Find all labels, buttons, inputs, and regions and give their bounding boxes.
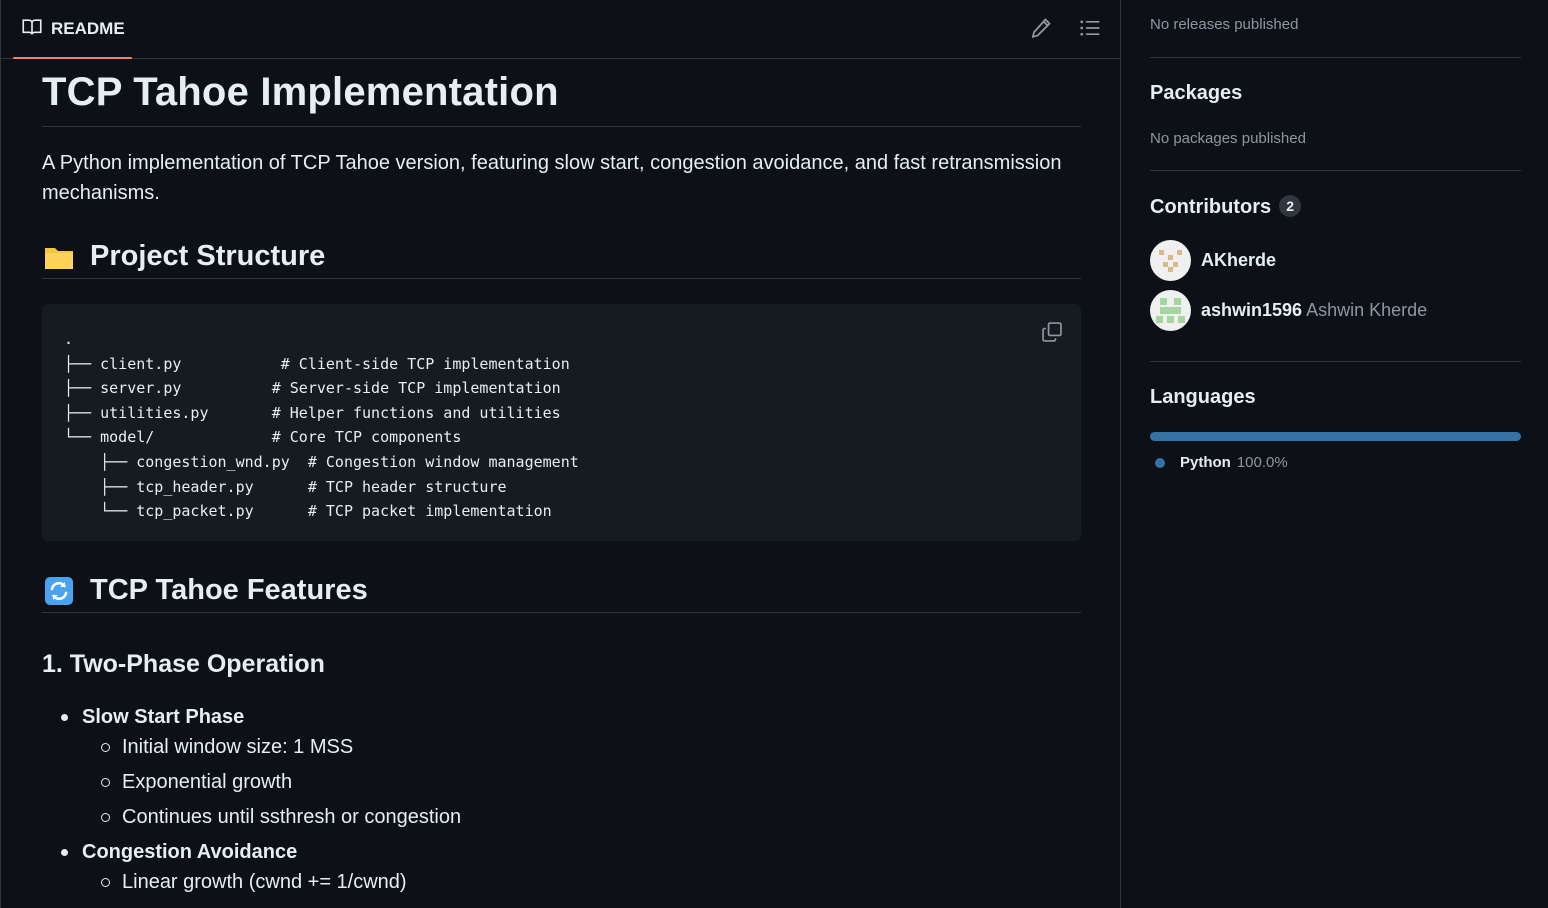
code-text: . ├── client.py # Client-side TCP implem… <box>64 330 579 521</box>
list-item: Slow Start Phase Initial window size: 1 … <box>42 702 942 832</box>
list-item: Continues until ssthresh or congestion <box>82 802 942 832</box>
folder-icon <box>42 240 76 274</box>
packages-heading[interactable]: Packages <box>1150 82 1242 105</box>
pencil-icon[interactable] <box>1030 17 1052 39</box>
list-item: Exponential growth <box>82 767 942 797</box>
phase-sublist: Initial window size: 1 MSS Exponential g… <box>82 732 942 832</box>
readme-header: README <box>1 0 1120 59</box>
list-icon[interactable] <box>1079 17 1101 39</box>
divider <box>1150 170 1521 171</box>
contributor-item[interactable]: ashwin1596 Ashwin Kherde <box>1150 290 1427 331</box>
languages-heading: Languages <box>1150 386 1256 408</box>
language-bar-python <box>1150 432 1521 441</box>
code-block: . ├── client.py # Client-side TCP implem… <box>42 304 1081 541</box>
list-item: Linear growth (cwnd += 1/cwnd) <box>82 867 942 897</box>
phase-list: Slow Start Phase Initial window size: 1 … <box>42 702 942 902</box>
heading-tcp-features: TCP Tahoe Features <box>42 569 1081 613</box>
contributor-name: Ashwin Kherde <box>1306 300 1428 320</box>
language-color-dot <box>1155 457 1165 468</box>
language-name: Python <box>1180 454 1231 471</box>
tab-readme[interactable]: README <box>13 0 132 59</box>
list-item: Congestion Avoidance Linear growth (cwnd… <box>42 837 942 897</box>
readme-panel: README TCP Tahoe Implementation A Python… <box>0 0 1121 908</box>
refresh-icon <box>42 574 76 608</box>
releases-empty-text: No releases published <box>1150 16 1299 33</box>
intro-paragraph: A Python implementation of TCP Tahoe ver… <box>42 152 1062 204</box>
divider <box>1150 57 1521 58</box>
avatar[interactable] <box>1150 240 1191 281</box>
avatar[interactable] <box>1150 290 1191 331</box>
language-bar <box>1150 432 1521 441</box>
book-icon <box>22 17 42 42</box>
phase-sublist: Linear growth (cwnd += 1/cwnd) <box>82 867 942 897</box>
heading-project-structure-label: Project Structure <box>90 240 326 272</box>
copy-icon[interactable] <box>1041 321 1063 343</box>
phase-label: Congestion Avoidance <box>82 841 298 863</box>
page: README TCP Tahoe Implementation A Python… <box>0 0 1548 908</box>
tab-readme-label: README <box>51 19 125 38</box>
divider <box>1150 361 1521 362</box>
contributors-count-badge: 2 <box>1279 195 1302 217</box>
heading-two-phase: 1. Two-Phase Operation <box>42 650 325 678</box>
contributor-login[interactable]: ashwin1596 <box>1201 300 1302 320</box>
packages-empty-text: No packages published <box>1150 130 1306 147</box>
page-title: TCP Tahoe Implementation <box>42 69 1081 127</box>
list-item: Initial window size: 1 MSS <box>82 732 942 762</box>
contributors-heading-label: Contributors <box>1150 196 1272 218</box>
contributors-heading[interactable]: Contributors 2 <box>1150 195 1302 219</box>
contributor-login[interactable]: AKherde <box>1201 250 1276 271</box>
language-percent: 100.0% <box>1236 454 1288 471</box>
heading-tcp-features-label: TCP Tahoe Features <box>90 574 368 606</box>
heading-project-structure: Project Structure <box>42 235 1081 279</box>
language-item[interactable]: Python 100.0% <box>1155 454 1288 471</box>
phase-label: Slow Start Phase <box>82 706 245 728</box>
contributor-item[interactable]: AKherde <box>1150 240 1276 281</box>
